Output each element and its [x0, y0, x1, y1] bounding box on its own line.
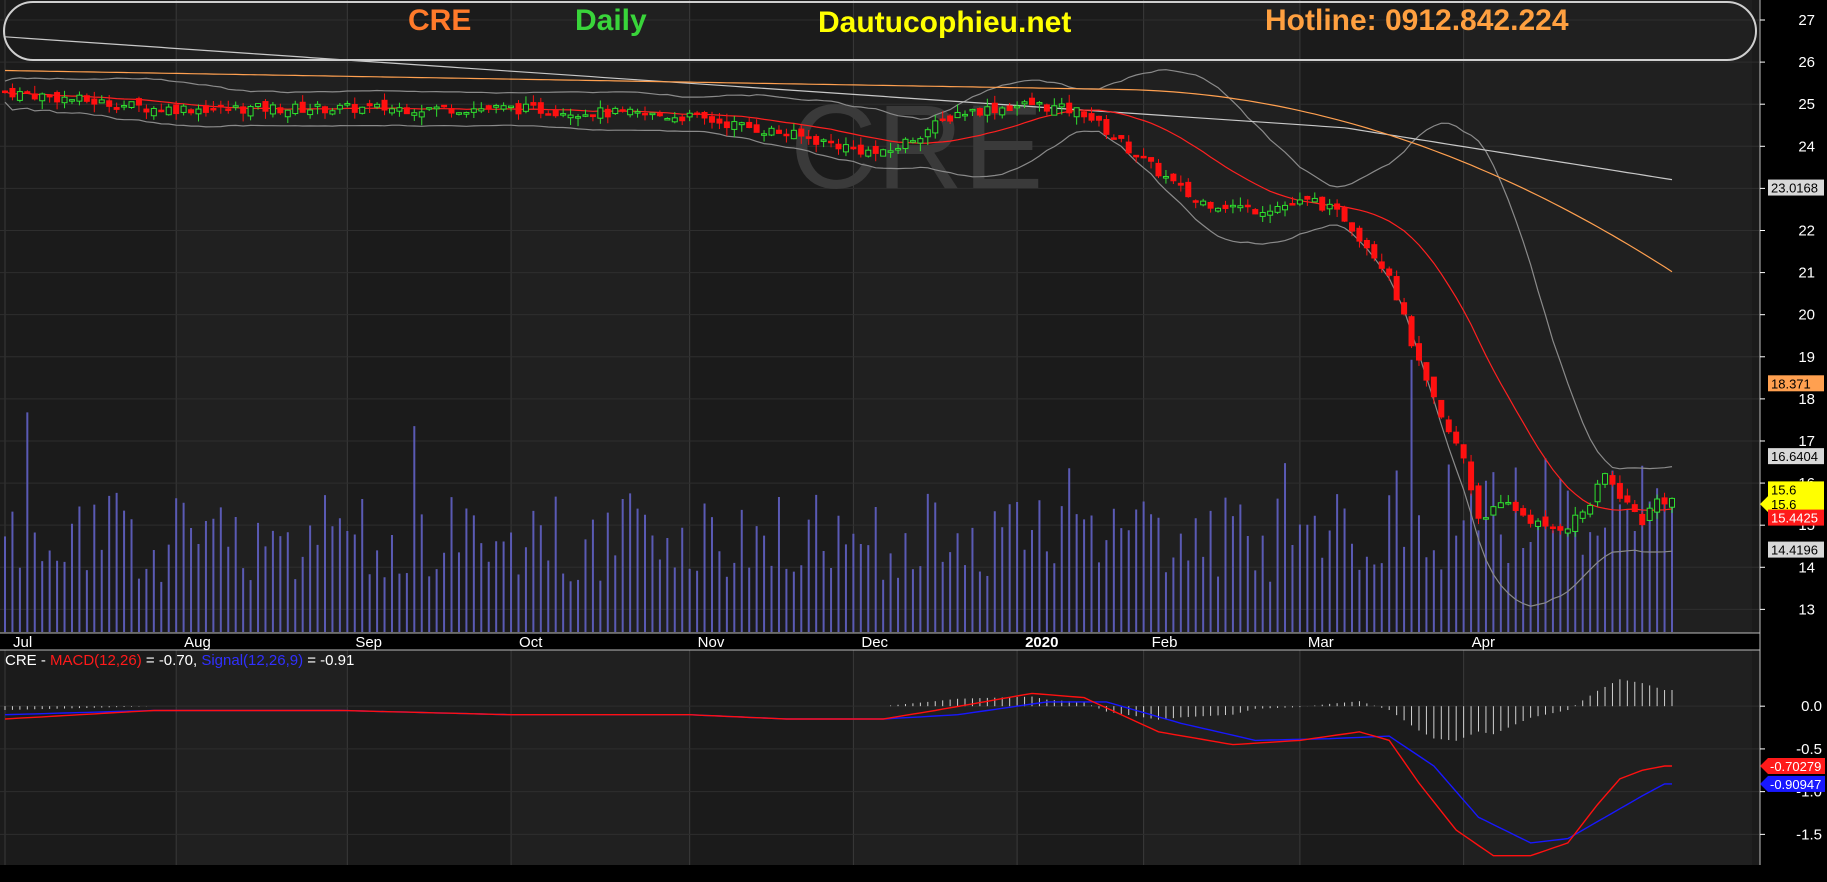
candle	[128, 101, 135, 109]
svg-text:16.6404: 16.6404	[1771, 449, 1818, 464]
month-shade	[1463, 0, 1752, 633]
candle	[1512, 500, 1519, 513]
macd-tag-signal: -0.90947	[1760, 775, 1825, 792]
svg-text:18.371: 18.371	[1771, 376, 1811, 391]
month-shade	[1143, 0, 1300, 633]
macd-legend-ticker: CRE	[5, 652, 37, 669]
candle	[1319, 196, 1326, 212]
price-tick-label: 18	[1798, 391, 1815, 408]
candle	[1438, 399, 1445, 419]
price-tag-lower_band: 14.4196	[1768, 541, 1824, 558]
candle	[1482, 517, 1489, 520]
month-shade	[511, 650, 690, 865]
price-tick-label: 26	[1798, 54, 1815, 71]
price-tick-label: 14	[1798, 559, 1815, 576]
month-shade	[853, 650, 1018, 865]
candle	[1475, 482, 1482, 525]
svg-text:15.6: 15.6	[1771, 482, 1796, 497]
price-tick-label: 27	[1798, 12, 1815, 29]
candle	[359, 106, 366, 115]
month-shade	[1463, 650, 1752, 865]
price-tick-label: 17	[1798, 433, 1815, 450]
site-label: Dautucophieu.net	[818, 6, 1071, 39]
month-label: Aug	[184, 634, 211, 651]
candle	[880, 148, 887, 157]
price-tick-label: 24	[1798, 138, 1815, 155]
month-label: Apr	[1472, 634, 1495, 651]
price-tick-label: 19	[1798, 349, 1815, 366]
price-tick-label: 20	[1798, 307, 1815, 324]
macd-legend-macd-value: = -0.70,	[142, 652, 202, 669]
svg-text:15.4425: 15.4425	[1771, 511, 1818, 526]
svg-text:-0.70279: -0.70279	[1770, 759, 1821, 774]
month-label: Sep	[355, 634, 382, 651]
month-label: Nov	[698, 634, 725, 651]
macd-legend-signal-name: Signal(12,26,9)	[201, 652, 303, 669]
stock-chart: CRE CRE Daily Dautucophieu.net Hotline: …	[0, 0, 1827, 882]
macd-legend-dash: -	[37, 652, 50, 669]
price-tag-ma50: 18.371	[1768, 375, 1824, 392]
macd-legend-macd-name: MACD(12,26)	[50, 652, 142, 669]
month-label: 2020	[1025, 634, 1058, 651]
month-shade	[1143, 650, 1300, 865]
candle	[1490, 505, 1497, 516]
month-label: Feb	[1152, 634, 1178, 651]
price-tag-ma20: 15.4425	[1768, 509, 1824, 526]
month-axis: Jul Aug Sep Oct Nov Dec 2020 Feb Mar Apr	[13, 634, 1495, 651]
month-label: Jul	[13, 634, 32, 651]
period-label: Daily	[575, 4, 647, 37]
macd-legend-signal-value: = -0.91	[303, 652, 354, 669]
month-shade	[176, 0, 348, 633]
macd-tag-macd: -0.70279	[1760, 758, 1825, 774]
svg-text:-0.90947: -0.90947	[1770, 777, 1821, 792]
month-label: Oct	[519, 634, 543, 651]
svg-text:14.4196: 14.4196	[1771, 543, 1818, 558]
price-tick-label: 13	[1798, 601, 1815, 618]
price-tick-label: 25	[1798, 96, 1815, 113]
price-tick-label: 22	[1798, 222, 1815, 239]
month-shade	[176, 650, 348, 865]
ticker-watermark: CRE	[790, 80, 1043, 214]
month-label: Dec	[861, 634, 888, 651]
hotline-label: Hotline: 0912.842.224	[1265, 4, 1569, 37]
price-tag-upper_band: 16.6404	[1768, 448, 1824, 465]
price-tag-close: 15.6	[1768, 481, 1824, 498]
macd-tick-label: 0.0	[1801, 698, 1822, 715]
macd-tick-label: -0.5	[1796, 741, 1822, 758]
candle	[1341, 205, 1348, 223]
ticker-label: CRE	[408, 4, 471, 37]
month-label: Mar	[1308, 634, 1334, 651]
svg-text:23.0168: 23.0168	[1771, 181, 1818, 196]
candle	[1408, 315, 1415, 349]
macd-tick-label: -1.5	[1796, 826, 1822, 843]
price-tag-ma200: 23.0168	[1768, 179, 1824, 196]
price-tick-label: 21	[1798, 265, 1815, 282]
macd-legend: CRE - MACD(12,26) = -0.70, Signal(12,26,…	[5, 652, 354, 669]
